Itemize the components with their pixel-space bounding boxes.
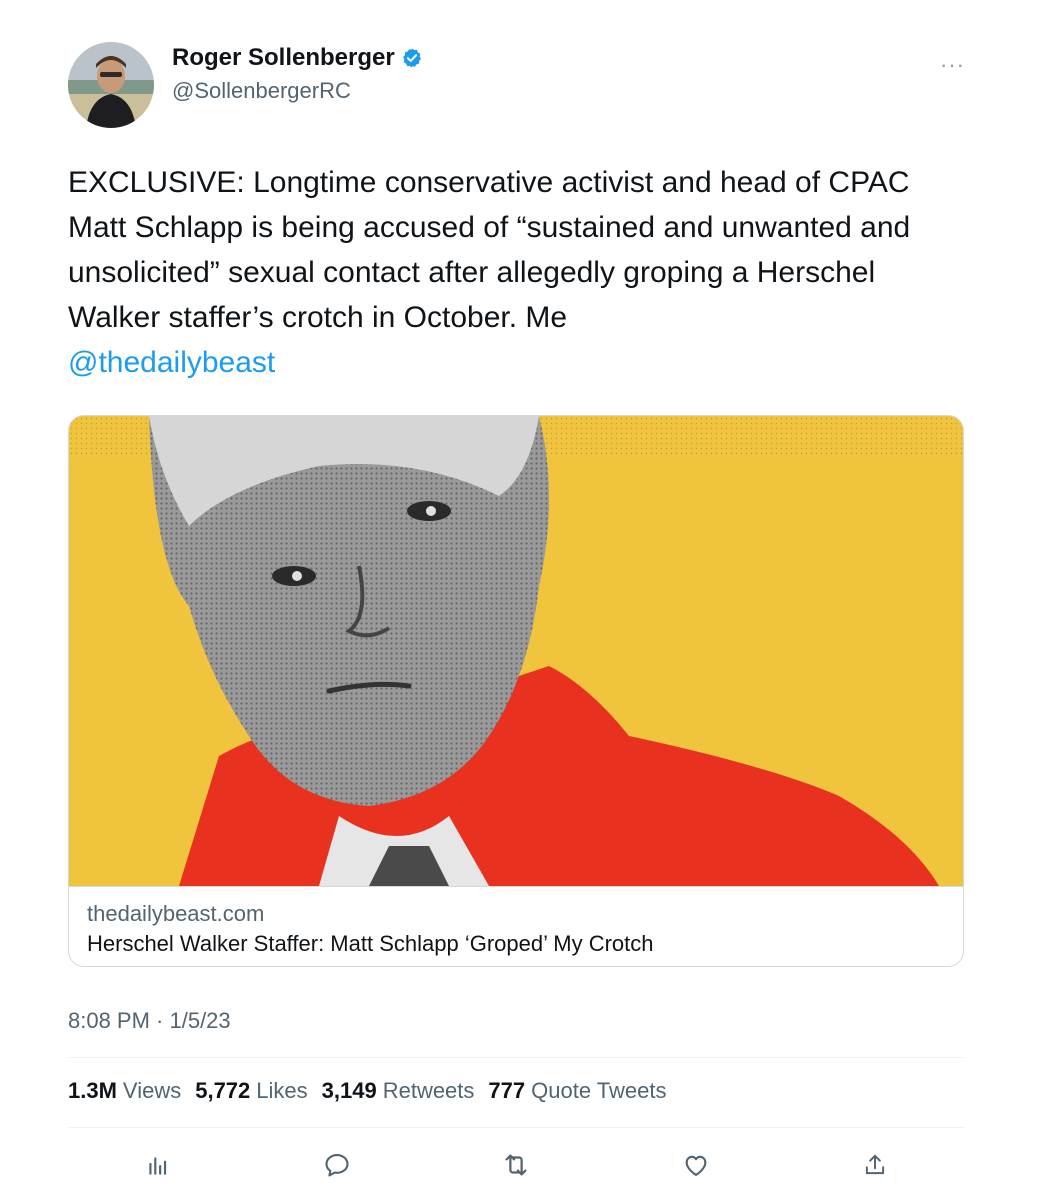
author-name-row: Roger Sollenberger [172, 44, 423, 72]
stat-value: 3,149 [321, 1078, 377, 1103]
like-icon[interactable] [676, 1145, 716, 1185]
tweet-stats: 1.3M Views 5,772 Likes 3,149 Retweets 77… [68, 1078, 666, 1104]
stat-quote-tweets[interactable]: 777 Quote Tweets [488, 1078, 666, 1104]
card-image[interactable] [69, 416, 963, 886]
stat-retweets[interactable]: 3,149 Retweets [322, 1078, 475, 1104]
card-title[interactable]: Herschel Walker Staffer: Matt Schlapp ‘G… [87, 931, 654, 957]
retweet-icon[interactable] [496, 1145, 536, 1185]
stat-label: Views [122, 1078, 182, 1103]
author-handle[interactable]: @SollenbergerRC [172, 78, 351, 104]
tweet-text: EXCLUSIVE: Longtime conservative activis… [68, 160, 948, 385]
more-options-icon[interactable]: ··· [940, 52, 965, 78]
reply-icon[interactable] [317, 1145, 357, 1185]
stat-label: Retweets [382, 1078, 475, 1103]
tweet-actions [68, 1135, 965, 1195]
stat-value: 5,772 [195, 1078, 251, 1103]
link-card[interactable]: thedailybeast.com Herschel Walker Staffe… [68, 415, 964, 967]
stat-label: Likes [256, 1078, 308, 1103]
author-name[interactable]: Roger Sollenberger [172, 44, 395, 72]
tweet-timestamp[interactable]: 8:08 PM · 1/5/23 [68, 1008, 231, 1034]
divider [68, 1057, 965, 1058]
avatar[interactable] [68, 42, 154, 128]
verified-badge-icon [401, 47, 423, 69]
stat-value: 1.3M [68, 1078, 117, 1103]
divider [68, 1127, 965, 1128]
card-domain: thedailybeast.com [87, 901, 265, 926]
tweet-body: EXCLUSIVE: Longtime conservative activis… [68, 166, 911, 334]
stat-views[interactable]: 1.3M Views [68, 1078, 181, 1104]
stat-likes[interactable]: 5,772 Likes [195, 1078, 307, 1104]
share-icon[interactable] [855, 1145, 895, 1185]
analytics-icon[interactable] [138, 1145, 178, 1185]
mention-link[interactable]: @thedailybeast [68, 340, 948, 385]
stat-label: Quote Tweets [531, 1078, 667, 1103]
stat-value: 777 [488, 1078, 526, 1103]
card-meta[interactable]: thedailybeast.com Herschel Walker Staffe… [69, 886, 963, 966]
